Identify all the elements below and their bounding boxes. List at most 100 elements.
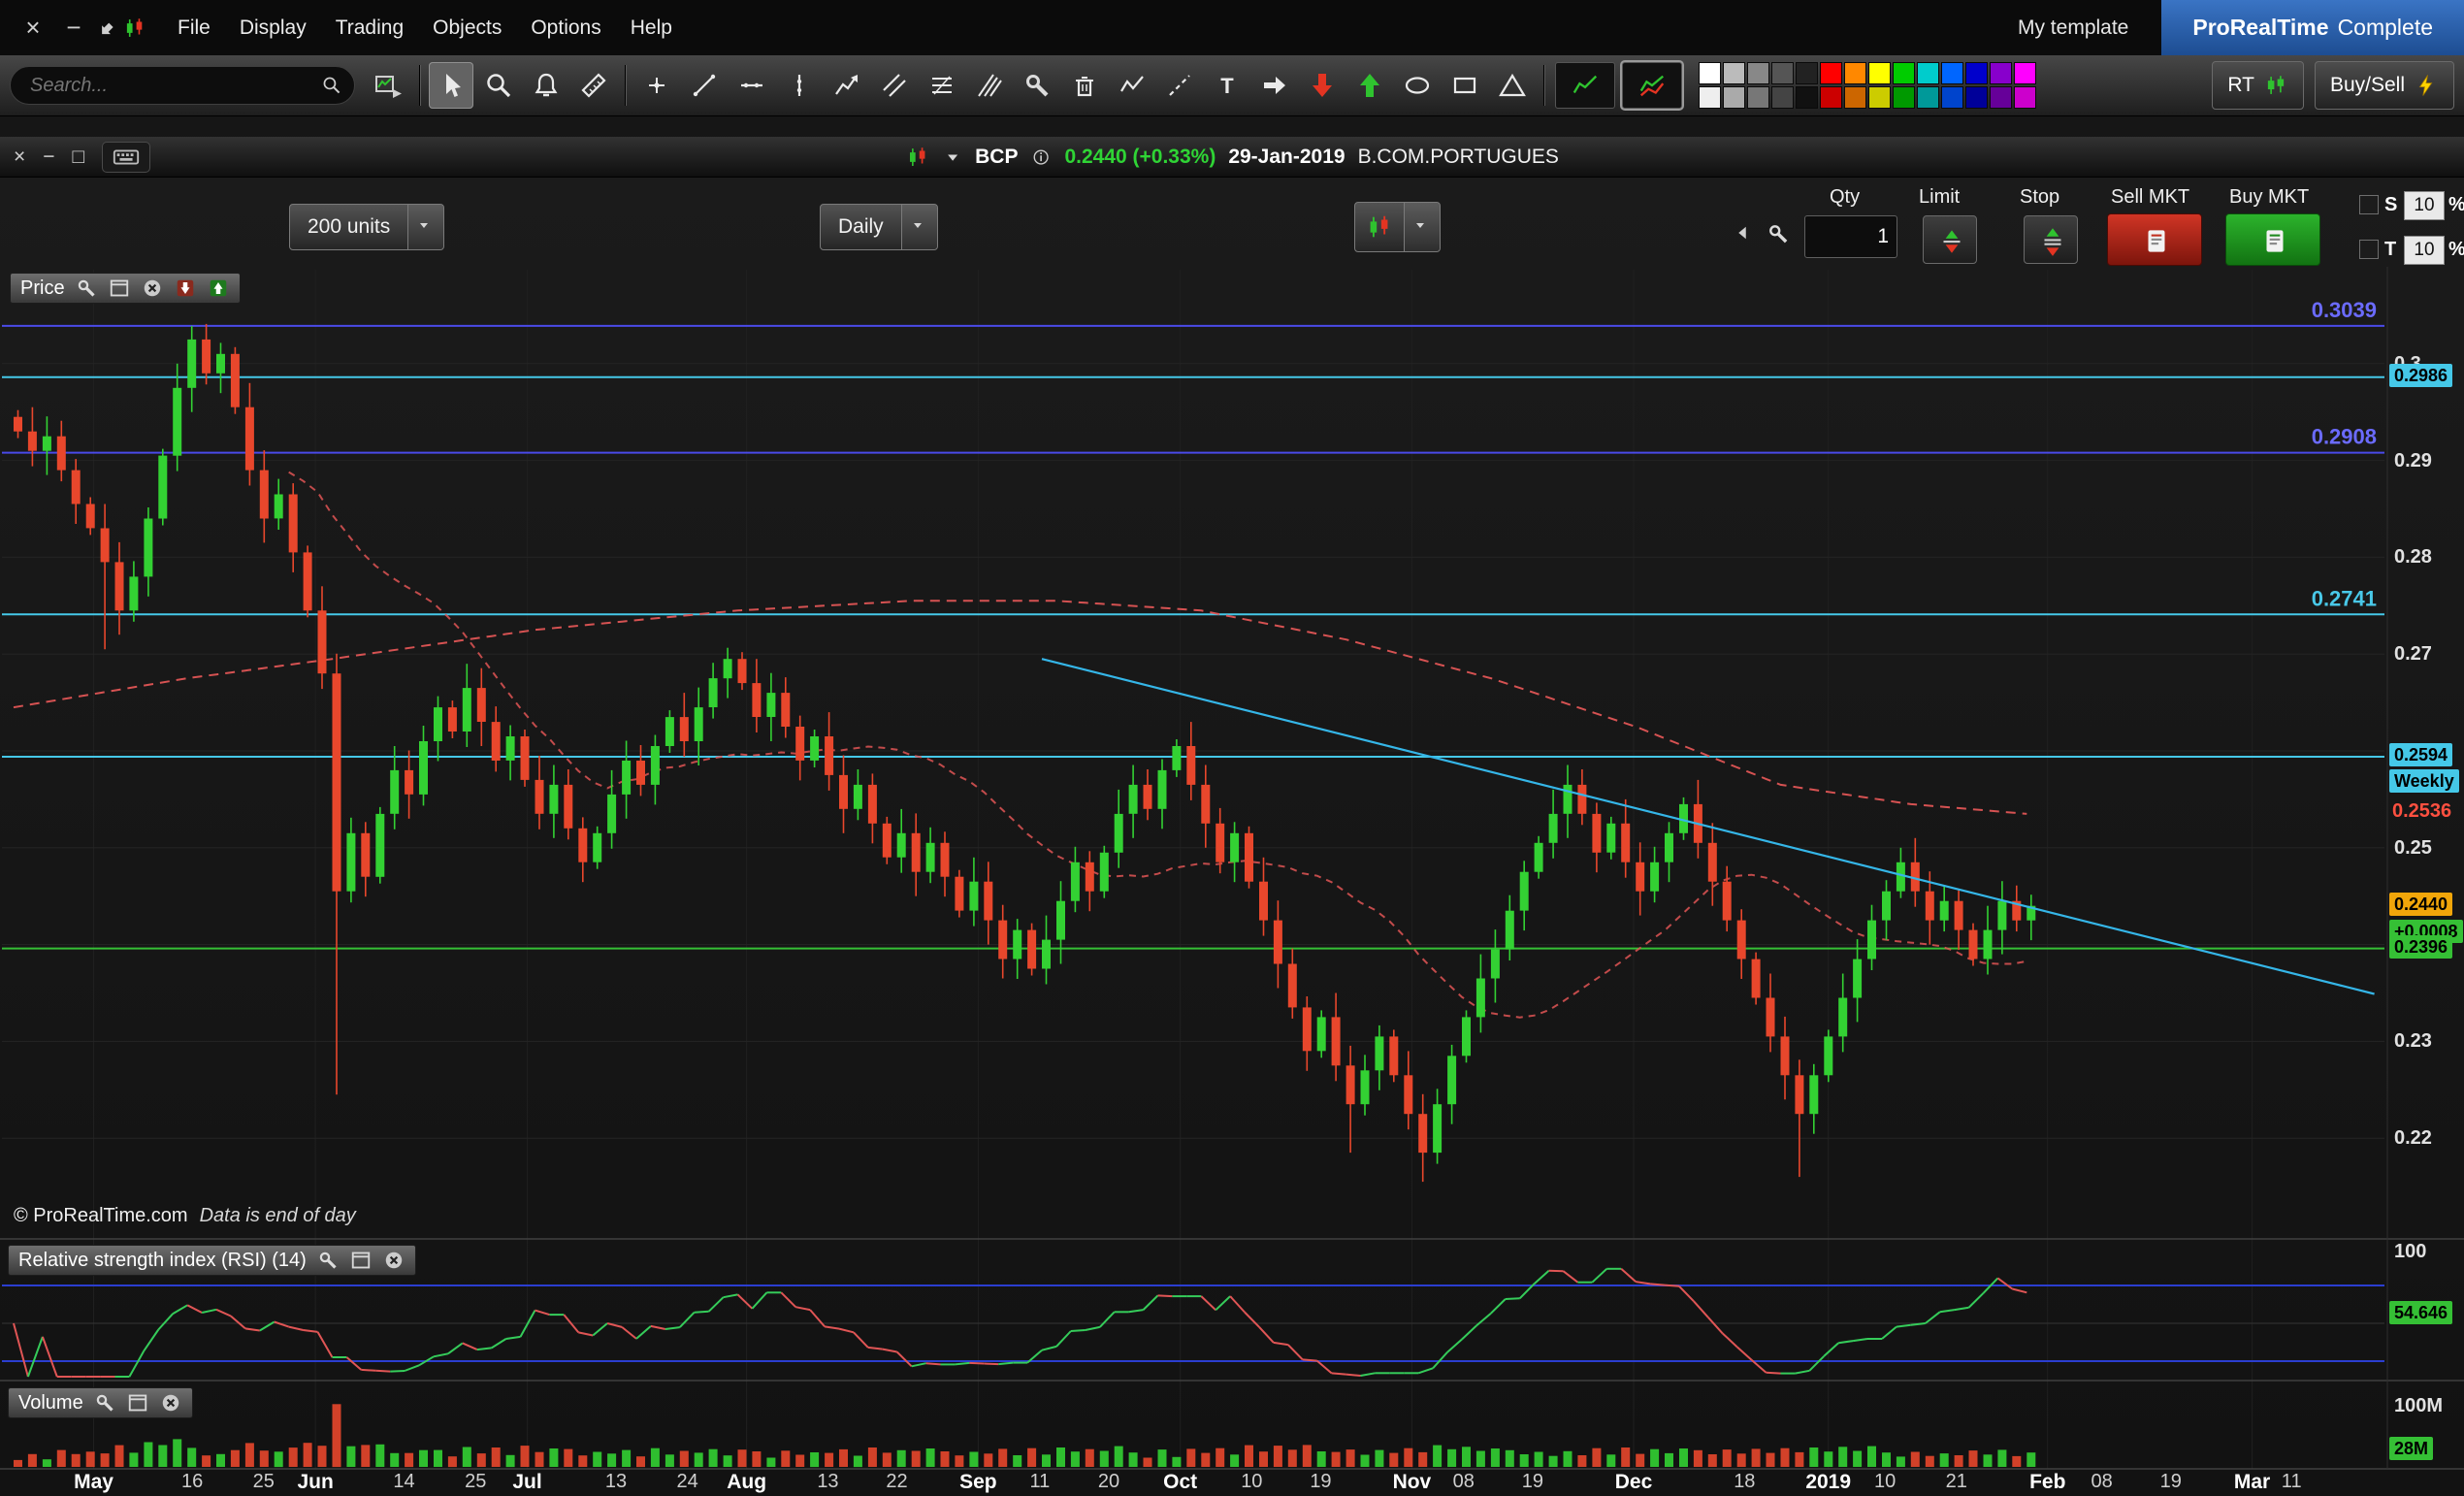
close-icon[interactable]: ×: [16, 0, 50, 55]
color-swatch[interactable]: [1893, 86, 1915, 109]
color-swatch[interactable]: [1868, 62, 1891, 84]
ellipse-tool[interactable]: [1395, 62, 1440, 109]
color-swatch[interactable]: [1917, 86, 1939, 109]
limit-order-button[interactable]: [1923, 215, 1977, 264]
timeframe-dropdown[interactable]: Daily: [820, 204, 938, 250]
vertical-line-tool[interactable]: [777, 62, 822, 109]
chart-maximize-icon[interactable]: □: [73, 146, 85, 169]
color-swatch[interactable]: [1844, 86, 1866, 109]
rsi-window-icon[interactable]: [349, 1249, 373, 1272]
search-input[interactable]: [28, 74, 321, 98]
color-swatch[interactable]: [1941, 62, 1963, 84]
drawing-tools-button[interactable]: [1015, 62, 1059, 109]
oblique-line-tool[interactable]: [1157, 62, 1202, 109]
pitchfork-tool[interactable]: [967, 62, 1012, 109]
color-swatch[interactable]: [1747, 86, 1769, 109]
chart-style-mountain-button[interactable]: [1622, 62, 1682, 109]
arrow-up-tool[interactable]: [1347, 62, 1392, 109]
chart-canvas[interactable]: 0.30390.29080.2741: [0, 267, 2464, 1471]
stop-loss-input[interactable]: [2404, 191, 2445, 220]
order-settings-icon[interactable]: [1766, 221, 1791, 246]
realtime-button[interactable]: RT: [2212, 61, 2304, 110]
my-template-button[interactable]: My template: [2018, 16, 2128, 40]
qty-input[interactable]: [1804, 215, 1897, 258]
cursor-tool[interactable]: [429, 62, 473, 109]
menu-display[interactable]: Display: [225, 16, 321, 40]
volume-settings-icon[interactable]: [93, 1391, 116, 1415]
info-icon[interactable]: [1030, 146, 1052, 168]
buy-sell-button[interactable]: Buy/Sell: [2315, 61, 2454, 110]
take-profit-input[interactable]: [2404, 236, 2445, 265]
text-tool[interactable]: T: [1205, 62, 1249, 109]
segment-tool[interactable]: [682, 62, 727, 109]
move-panel-up-icon[interactable]: [207, 276, 230, 300]
fibonacci-tool[interactable]: [920, 62, 964, 109]
color-swatch[interactable]: [1868, 86, 1891, 109]
alerts-tool[interactable]: [524, 62, 568, 109]
sell-market-button[interactable]: [2107, 213, 2202, 266]
color-swatch[interactable]: [1990, 62, 2012, 84]
time-axis[interactable]: May1625Jun1425Jul1324Aug1322Sep1120Oct10…: [0, 1471, 2464, 1496]
chart-close-icon[interactable]: ×: [14, 146, 25, 169]
volume-close-icon[interactable]: [159, 1391, 182, 1415]
menu-trading[interactable]: Trading: [321, 16, 418, 40]
chart-type-button[interactable]: [1354, 202, 1441, 252]
color-swatch[interactable]: [1941, 86, 1963, 109]
collapse-panel-icon[interactable]: [1733, 223, 1752, 243]
menu-objects[interactable]: Objects: [418, 16, 516, 40]
arrow-right-tool[interactable]: [1252, 62, 1297, 109]
minimize-icon[interactable]: −: [56, 0, 91, 55]
color-swatch[interactable]: [1820, 62, 1842, 84]
zoom-tool[interactable]: [476, 62, 521, 109]
import-export-button[interactable]: [366, 62, 410, 109]
price-window-icon[interactable]: [108, 276, 131, 300]
color-swatch[interactable]: [1747, 62, 1769, 84]
price-close-icon[interactable]: [141, 276, 164, 300]
color-swatch[interactable]: [1796, 86, 1818, 109]
chart-minimize-icon[interactable]: −: [43, 146, 54, 169]
arrow-down-tool[interactable]: [1300, 62, 1345, 109]
trend-tool[interactable]: [825, 62, 869, 109]
rsi-settings-icon[interactable]: [316, 1249, 340, 1272]
price-settings-icon[interactable]: [75, 276, 98, 300]
instrument-symbol[interactable]: BCP: [975, 146, 1018, 169]
detach-icon[interactable]: [97, 18, 116, 38]
color-swatch[interactable]: [1844, 62, 1866, 84]
rsi-close-icon[interactable]: [382, 1249, 405, 1272]
parallel-lines-tool[interactable]: [872, 62, 917, 109]
instrument-dropdown-icon[interactable]: [943, 147, 962, 167]
menu-options[interactable]: Options: [516, 16, 615, 40]
chart-style-line-button[interactable]: [1555, 62, 1615, 109]
color-swatch[interactable]: [1965, 62, 1988, 84]
color-swatch[interactable]: [1893, 62, 1915, 84]
menu-help[interactable]: Help: [616, 16, 687, 40]
color-swatch[interactable]: [1723, 86, 1745, 109]
color-swatch[interactable]: [1699, 62, 1721, 84]
triangle-tool[interactable]: [1490, 62, 1535, 109]
stop-order-button[interactable]: [2024, 215, 2078, 264]
rectangle-tool[interactable]: [1443, 62, 1487, 109]
zigzag-tool[interactable]: [1110, 62, 1154, 109]
keyboard-shortcut-button[interactable]: [102, 142, 150, 173]
stop-loss-checkbox[interactable]: [2359, 195, 2379, 214]
color-swatch[interactable]: [1965, 86, 1988, 109]
color-swatch[interactable]: [1796, 62, 1818, 84]
color-swatch[interactable]: [1699, 86, 1721, 109]
take-profit-checkbox[interactable]: [2359, 240, 2379, 259]
units-dropdown[interactable]: 200 units: [289, 204, 444, 250]
color-swatch[interactable]: [1820, 86, 1842, 109]
point-tool[interactable]: [634, 62, 679, 109]
horizontal-segment-tool[interactable]: [729, 62, 774, 109]
color-swatch[interactable]: [1723, 62, 1745, 84]
volume-window-icon[interactable]: [126, 1391, 149, 1415]
color-swatch[interactable]: [2014, 62, 2036, 84]
color-swatch[interactable]: [1917, 62, 1939, 84]
color-swatch[interactable]: [2014, 86, 2036, 109]
color-swatch[interactable]: [1771, 86, 1794, 109]
buy-market-button[interactable]: [2225, 213, 2320, 266]
color-swatch[interactable]: [1990, 86, 2012, 109]
menu-file[interactable]: File: [163, 16, 225, 40]
color-swatch[interactable]: [1771, 62, 1794, 84]
move-panel-down-icon[interactable]: [174, 276, 197, 300]
delete-tool[interactable]: [1062, 62, 1107, 109]
